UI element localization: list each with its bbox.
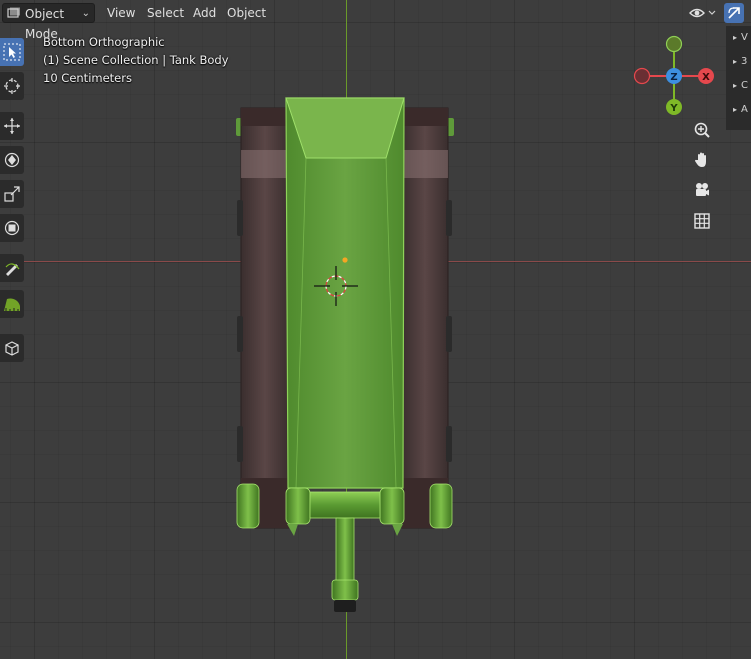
camera-icon (696, 183, 709, 196)
collection-label: (1) Scene Collection | Tank Body (43, 53, 229, 67)
navigation-gizmo[interactable]: X Y Z (628, 32, 718, 116)
sidebar-tab-label: 3 (741, 56, 748, 67)
select-box-icon (3, 43, 21, 61)
expand-arrow-icon: ▸ (733, 57, 738, 66)
grid-icon (694, 213, 710, 229)
gizmo-x-label: X (702, 72, 710, 83)
zoom-icon (694, 122, 710, 138)
sidebar-tab-collection[interactable]: ▸ C (726, 74, 751, 98)
move-icon (4, 118, 20, 134)
sidebar-tab-view[interactable]: ▸ V (726, 26, 751, 50)
sidebar-tab-label: V (741, 32, 748, 43)
zoom-button[interactable] (690, 118, 714, 142)
gizmo-y-label: Y (669, 103, 678, 114)
transform-tool[interactable] (0, 214, 24, 242)
mode-select[interactable]: Object Mode ⌄ (2, 3, 95, 41)
gizmo-icon (728, 7, 740, 19)
cursor-icon (4, 78, 20, 94)
menu-object[interactable]: Object (221, 3, 272, 23)
annotate-icon (5, 263, 20, 276)
hand-icon (695, 152, 706, 167)
left-tread (236, 107, 290, 529)
sidebar-tab-annotations[interactable]: ▸ A (726, 98, 751, 122)
eye-icon (689, 8, 716, 18)
measure-icon (4, 298, 20, 311)
object-origin-dot (342, 257, 348, 263)
add-cube-icon (5, 341, 19, 356)
gizmo-neg-x-handle (633, 67, 651, 85)
transform-icon (4, 220, 20, 236)
tank-barrel (331, 517, 359, 612)
perspective-toggle-button[interactable] (690, 209, 714, 233)
expand-arrow-icon: ▸ (733, 33, 738, 42)
view-name-label: Bottom Orthographic (43, 35, 165, 49)
expand-arrow-icon: ▸ (733, 105, 738, 114)
scale-icon (4, 186, 20, 202)
visibility-dropdown[interactable] (688, 3, 720, 23)
viewport-header: Object Mode ⌄ View Select Add Object (0, 0, 751, 41)
rotate-icon (4, 152, 20, 168)
grid-scale-label: 10 Centimeters (43, 71, 132, 85)
sidebar-tabs: ▸ V ▸ 3 ▸ C ▸ A (726, 26, 751, 130)
object-mode-icon (7, 7, 20, 18)
add-cube-tool[interactable] (0, 334, 24, 362)
pan-button[interactable] (690, 148, 714, 172)
gizmo-neg-y-handle (665, 35, 683, 53)
chevron-down-icon: ⌄ (81, 8, 90, 19)
move-tool[interactable] (0, 112, 24, 140)
tank-hull (285, 97, 405, 489)
gizmo-z-label: Z (670, 72, 677, 83)
sidebar-tab-label: A (741, 104, 748, 115)
scale-tool[interactable] (0, 180, 24, 208)
rotate-tool[interactable] (0, 146, 24, 174)
annotate-tool[interactable] (0, 254, 24, 282)
menu-add[interactable]: Add (187, 3, 222, 23)
measure-tool[interactable] (0, 290, 24, 318)
gizmo-toggle-button[interactable] (724, 3, 744, 23)
menu-select[interactable]: Select (141, 3, 190, 23)
camera-view-button[interactable] (690, 178, 714, 202)
sidebar-tab-3d[interactable]: ▸ 3 (726, 50, 751, 74)
sidebar-tab-label: C (741, 80, 748, 91)
menu-view[interactable]: View (101, 3, 141, 23)
expand-arrow-icon: ▸ (733, 81, 738, 90)
cursor-tool[interactable] (0, 72, 24, 100)
select-box-tool[interactable] (0, 38, 24, 66)
right-tread (401, 107, 454, 529)
